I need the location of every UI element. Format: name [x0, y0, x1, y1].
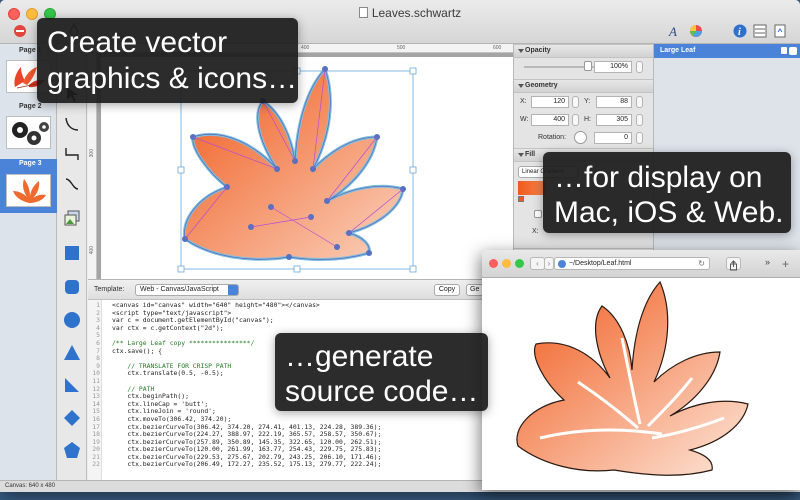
- no-entry-icon[interactable]: [10, 22, 30, 40]
- reload-icon[interactable]: ↻: [698, 258, 705, 269]
- caption-source-code: …generate source code…: [275, 333, 488, 411]
- width-field[interactable]: 400: [531, 114, 569, 126]
- svg-text:A: A: [668, 24, 677, 38]
- opacity-field[interactable]: 100%: [594, 61, 632, 73]
- globe-icon: [558, 260, 566, 268]
- y-stepper[interactable]: [636, 96, 643, 108]
- document-export-icon[interactable]: [770, 22, 790, 40]
- color-wheel-icon[interactable]: [686, 22, 706, 40]
- rounded-rectangle-tool-icon[interactable]: [60, 275, 84, 299]
- line-number: 22: [92, 460, 100, 469]
- opacity-section-header[interactable]: Opacity: [514, 44, 654, 58]
- template-label: Template:: [94, 286, 125, 293]
- gradient-preview[interactable]: [518, 181, 546, 195]
- diamond-tool-icon[interactable]: [60, 406, 84, 430]
- geometry-section-header[interactable]: Geometry: [514, 79, 654, 93]
- height-field[interactable]: 305: [596, 114, 632, 126]
- rendered-leaf: [516, 280, 749, 476]
- page-3-thumbnail[interactable]: [6, 174, 51, 207]
- x-stepper[interactable]: [572, 96, 579, 108]
- layer-name: Large Leaf: [660, 47, 696, 54]
- width-stepper[interactable]: [572, 114, 579, 126]
- chevron-down-icon: [228, 285, 238, 295]
- lock-icon[interactable]: [781, 47, 787, 54]
- ruler-tick: 400: [301, 45, 310, 51]
- x-label: X:: [532, 228, 539, 235]
- close-window-button[interactable]: [8, 8, 20, 20]
- corner-path-tool-icon[interactable]: [60, 142, 84, 166]
- share-button[interactable]: [726, 257, 741, 271]
- rendered-page: [482, 278, 800, 490]
- layers-list-icon[interactable]: [750, 22, 770, 40]
- overflow-chevron-icon[interactable]: »: [765, 257, 770, 267]
- page-2-thumbnail[interactable]: [6, 116, 51, 149]
- copy-button[interactable]: Copy: [434, 284, 460, 296]
- text-tool-icon[interactable]: A: [664, 22, 684, 40]
- ruler-tick: 600: [493, 45, 502, 51]
- browser-window: ‹ › ~/Desktop/Leaf.html ↻ » +: [482, 250, 800, 490]
- browser-close-button[interactable]: [489, 259, 498, 268]
- browser-zoom-button[interactable]: [515, 259, 524, 268]
- browser-toolbar: ‹ › ~/Desktop/Leaf.html ↻ » +: [482, 250, 800, 278]
- code-line: 22 ctx.bezierCurveTo(206.49, 172.27, 235…: [88, 461, 513, 469]
- browser-minimize-button[interactable]: [502, 259, 511, 268]
- s-curve-tool-icon[interactable]: [60, 172, 84, 196]
- pages-sidebar: Page 1 Page 2 Page 3: [0, 44, 57, 480]
- new-tab-button[interactable]: +: [782, 258, 794, 271]
- right-triangle-tool-icon[interactable]: [60, 373, 84, 397]
- layer-large-leaf[interactable]: Large Leaf: [654, 44, 800, 58]
- forward-button[interactable]: ›: [544, 257, 554, 270]
- y-field[interactable]: 88: [596, 96, 632, 108]
- gradient-stop[interactable]: [518, 196, 524, 202]
- w-label: W:: [520, 116, 529, 123]
- image-tool-icon[interactable]: [60, 206, 84, 230]
- rotation-label: Rotation:: [538, 134, 567, 141]
- info-icon[interactable]: i: [730, 22, 750, 40]
- code-toolbar: Template: Web - Canvas/JavaScript Copy G…: [88, 280, 513, 300]
- triangle-tool-icon[interactable]: [60, 341, 84, 365]
- y-label: Y:: [584, 98, 591, 105]
- code-text: ctx.save(); {: [112, 346, 163, 355]
- code-text: var ctx = c.getContext("2d");: [112, 323, 224, 332]
- code-text: ctx.bezierCurveTo(206.49, 172.27, 235.52…: [112, 460, 382, 469]
- opacity-slider-thumb[interactable]: [584, 61, 592, 71]
- height-stepper[interactable]: [636, 114, 643, 126]
- window-title: Leaves.schwartz: [340, 6, 480, 20]
- minimize-window-button[interactable]: [26, 8, 38, 20]
- rectangle-tool-icon[interactable]: [60, 241, 84, 265]
- code-text: ctx.translate(0.5, -0.5);: [112, 369, 224, 378]
- curve-tool-icon[interactable]: [60, 112, 84, 136]
- ruler-tick: 400: [89, 246, 95, 255]
- back-button[interactable]: ‹: [530, 257, 545, 270]
- ruler-tick: 500: [397, 45, 406, 51]
- pentagon-tool-icon[interactable]: [60, 438, 84, 462]
- tools-palette: [57, 44, 87, 480]
- fill-checkbox[interactable]: [534, 210, 542, 218]
- rotation-dial[interactable]: [574, 131, 587, 144]
- visibility-checkbox[interactable]: [789, 47, 797, 55]
- x-field[interactable]: 120: [531, 96, 569, 108]
- rotation-field[interactable]: 0: [594, 132, 632, 144]
- address-bar[interactable]: ~/Desktop/Leaf.html ↻: [554, 257, 710, 270]
- opacity-stepper[interactable]: [636, 61, 643, 73]
- h-label: H:: [584, 116, 591, 123]
- document-icon: [358, 7, 368, 18]
- svg-text:i: i: [738, 27, 741, 38]
- x-label: X:: [520, 98, 527, 105]
- oval-tool-icon[interactable]: [60, 308, 84, 332]
- ruler-tick: 300: [89, 149, 95, 158]
- caption-display-platforms: …for display on Mac, iOS & Web.: [543, 152, 791, 233]
- template-select[interactable]: Web - Canvas/JavaScript: [135, 284, 239, 296]
- page-2-label: Page 2: [19, 103, 42, 110]
- code-line: 4 var ctx = c.getContext("2d");: [88, 323, 513, 333]
- page-3-label: Page 3: [19, 160, 42, 167]
- rotation-stepper[interactable]: [636, 132, 643, 144]
- caption-vector-graphics: Create vector graphics & icons…: [37, 18, 298, 103]
